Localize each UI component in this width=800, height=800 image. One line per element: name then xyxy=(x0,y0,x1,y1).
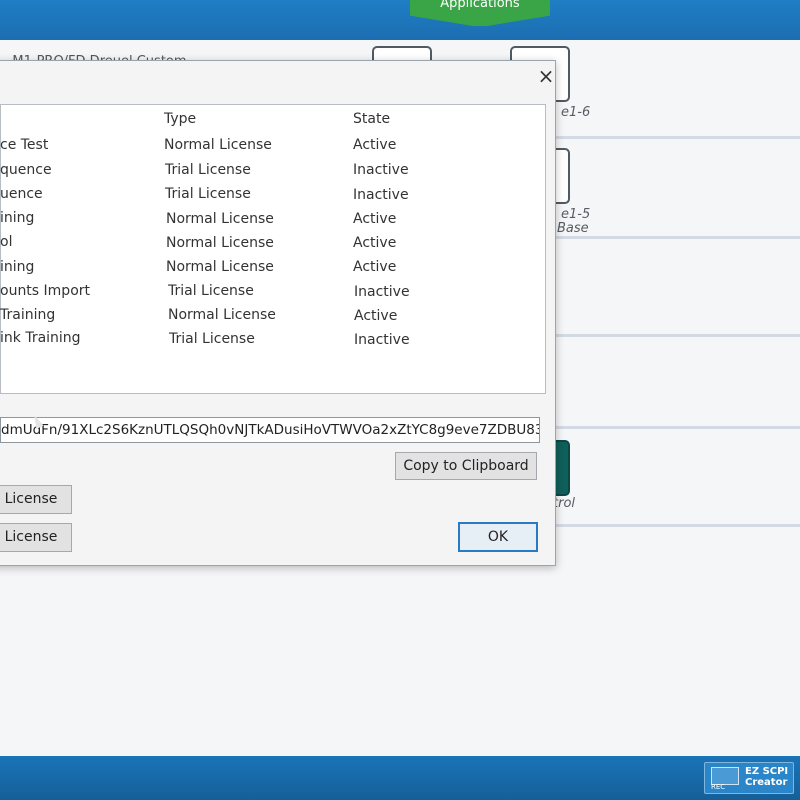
license-state[interactable]: Active xyxy=(353,137,396,153)
license-state[interactable]: Inactive xyxy=(353,162,409,178)
top-header-bar: Applications xyxy=(0,0,800,42)
license-state[interactable]: Active xyxy=(353,211,396,227)
copy-to-clipboard-button[interactable]: Copy to Clipboard xyxy=(395,452,537,480)
ez-scpi-creator-button[interactable]: REC EZ SCPI Creator xyxy=(704,762,794,794)
license-type[interactable]: Trial License xyxy=(168,283,254,299)
license-name[interactable]: ol xyxy=(0,234,12,250)
license-state[interactable]: Active xyxy=(353,259,396,275)
license-name[interactable]: ining xyxy=(0,259,34,275)
license-type[interactable]: Normal License xyxy=(164,137,272,153)
license-type[interactable]: Normal License xyxy=(166,211,274,227)
bottom-taskbar xyxy=(0,756,800,800)
license-name[interactable]: Training xyxy=(0,307,55,323)
applications-tab[interactable]: Applications xyxy=(410,0,550,26)
license-name[interactable]: uence xyxy=(0,186,43,202)
license-name[interactable]: ce Test xyxy=(0,137,48,153)
column-header-type[interactable]: Type xyxy=(164,111,196,127)
license-type[interactable]: Normal License xyxy=(166,259,274,275)
ezscpi-line1: EZ SCPI xyxy=(745,766,789,777)
license-key-field[interactable]: dmUdFn/91XLc2S6KznUTLQSQh0vNJTkADusiHoVT… xyxy=(0,417,540,443)
license-type[interactable]: Normal License xyxy=(166,235,274,251)
license-state[interactable]: Inactive xyxy=(353,187,409,203)
ezscpi-label: EZ SCPI Creator xyxy=(745,766,788,788)
license-name[interactable]: ounts Import xyxy=(0,283,90,299)
license-action-button[interactable]: License xyxy=(0,485,72,514)
column-header-state[interactable]: State xyxy=(353,111,390,127)
license-action-button[interactable]: License xyxy=(0,523,72,552)
ok-button[interactable]: OK xyxy=(458,522,538,552)
app-tile-label: e1-6 xyxy=(561,105,591,120)
license-type[interactable]: Trial License xyxy=(165,162,251,178)
license-name[interactable]: quence xyxy=(0,162,52,178)
close-icon[interactable]: × xyxy=(536,64,556,88)
app-tile-label: trol xyxy=(553,496,576,511)
license-state[interactable]: Active xyxy=(354,308,397,324)
screen: Applications e1-6 e1-5 Base trol ...M1-P… xyxy=(0,0,800,800)
license-state[interactable]: Inactive xyxy=(354,284,410,300)
ezscpi-line2: Creator xyxy=(745,777,788,788)
license-state[interactable]: Inactive xyxy=(354,332,410,348)
license-type[interactable]: Trial License xyxy=(169,331,255,347)
rec-label: REC xyxy=(711,783,726,791)
app-tile-label: Base xyxy=(557,221,589,236)
license-type[interactable]: Trial License xyxy=(165,186,251,202)
license-state[interactable]: Active xyxy=(353,235,396,251)
license-name[interactable]: ink Training xyxy=(0,330,81,346)
license-type[interactable]: Normal License xyxy=(168,307,276,323)
app-tile-label: e1-5 xyxy=(561,207,591,222)
license-name[interactable]: ining xyxy=(0,210,34,226)
